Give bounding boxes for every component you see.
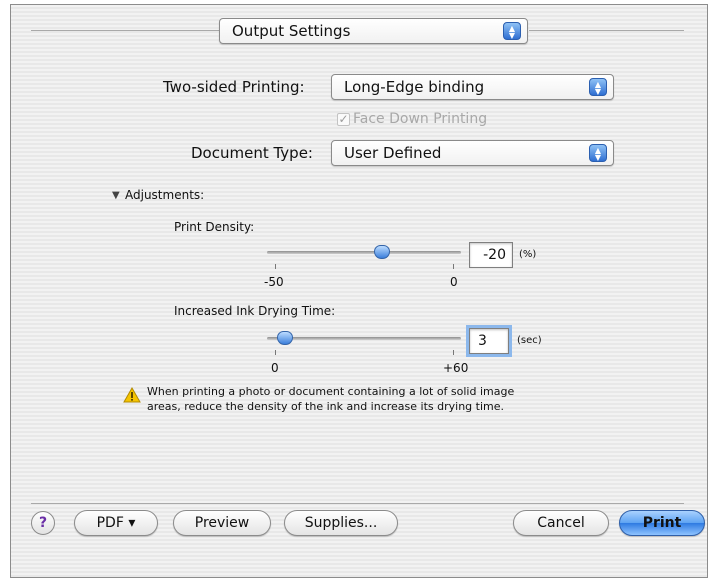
pdf-button[interactable]: PDF ▾	[74, 510, 158, 536]
drying-time-min-label: 0	[271, 361, 279, 375]
adjustments-label: Adjustments:	[125, 188, 205, 202]
duplex-popup[interactable]: Long-Edge binding ▲ ▼	[331, 74, 614, 100]
supplies-button[interactable]: Supplies...	[284, 510, 398, 536]
slider-tick-min	[275, 264, 276, 269]
document-type-popup[interactable]: User Defined ▲ ▼	[331, 140, 614, 166]
face-down-label: Face Down Printing	[353, 111, 488, 127]
slider-tick-zero	[453, 264, 454, 269]
document-type-value: User Defined	[344, 144, 442, 162]
popup-arrows-icon: ▲ ▼	[589, 78, 607, 96]
slider-track	[267, 251, 461, 254]
print-density-zero-label: 0	[450, 275, 458, 289]
document-type-label: Document Type:	[191, 144, 313, 162]
warning-icon	[123, 387, 141, 403]
drying-time-max-label: +60	[443, 361, 469, 375]
slider-track	[267, 337, 461, 340]
drying-time-unit: (sec)	[517, 335, 542, 346]
print-button[interactable]: Print	[619, 510, 705, 536]
warning-text-line1: When printing a photo or document contai…	[147, 385, 515, 398]
popup-arrows-icon: ▲ ▼	[503, 22, 521, 40]
print-density-label: Print Density:	[174, 220, 255, 234]
print-density-field[interactable]: -20	[469, 242, 513, 268]
top-separator-left	[31, 30, 221, 31]
duplex-value: Long-Edge binding	[344, 78, 485, 96]
warning-text-line2: areas, reduce the density of the ink and…	[147, 400, 505, 413]
slider-thumb[interactable]	[276, 331, 293, 345]
print-density-min-label: -50	[264, 275, 284, 289]
face-down-checkbox[interactable]: ✓	[337, 113, 350, 126]
preview-button[interactable]: Preview	[173, 510, 271, 536]
disclosure-triangle-icon[interactable]: ▼	[112, 190, 120, 201]
bottom-separator	[31, 503, 684, 504]
cancel-button[interactable]: Cancel	[513, 510, 609, 536]
print-density-slider[interactable]	[267, 243, 461, 263]
duplex-label: Two-sided Printing:	[163, 78, 305, 96]
drying-time-slider[interactable]	[267, 329, 461, 349]
slider-thumb[interactable]	[373, 245, 390, 259]
slider-tick-max	[453, 350, 454, 355]
drying-time-field[interactable]: 3	[466, 325, 512, 357]
help-button[interactable]: ?	[31, 511, 55, 535]
panel-menu-popup[interactable]: Output Settings ▲ ▼	[219, 18, 528, 44]
panel-menu-value: Output Settings	[232, 22, 351, 40]
drying-time-label: Increased Ink Drying Time:	[174, 304, 336, 318]
popup-arrows-icon: ▲ ▼	[589, 144, 607, 162]
slider-tick-min	[275, 350, 276, 355]
print-density-unit: (%)	[519, 249, 537, 260]
print-dialog: Output Settings ▲ ▼ Two-sided Printing: L…	[10, 4, 708, 578]
top-separator-right	[529, 30, 684, 31]
